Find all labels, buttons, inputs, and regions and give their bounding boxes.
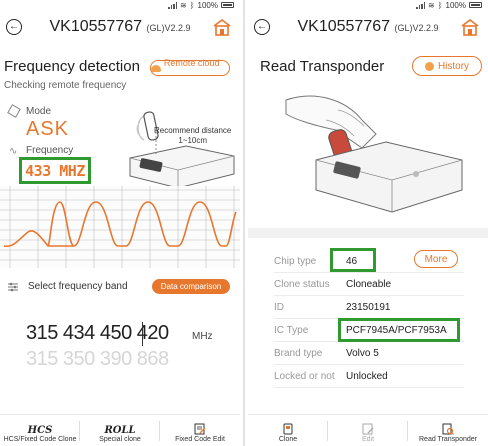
nav-edit[interactable]: Edit — [328, 415, 408, 446]
info-row-id: ID 23150191 — [274, 296, 464, 319]
device-id: VK10557767 — [297, 18, 391, 35]
device-title: VK10557767 (GL)V2.2.9 — [248, 18, 488, 36]
frequency-band-row: Select frequency band Data comparison — [0, 278, 240, 296]
info-value: Cloneable — [346, 278, 392, 290]
nav-label: Fixed Code Edit — [175, 436, 225, 443]
mode-value: ASK — [26, 118, 70, 140]
hcs-logo-icon: HCS — [27, 425, 53, 436]
chip-type-highlight — [330, 248, 376, 272]
app-header: ← VK10557767 (GL)V2.2.9 — [248, 12, 488, 46]
screen-divider — [243, 0, 245, 446]
bluetooth-icon: ᛒ — [437, 0, 443, 10]
app-header: ← VK10557767 (GL)V2.2.9 — [0, 12, 240, 46]
nav-fixed-code-edit[interactable]: Fixed Code Edit — [160, 415, 240, 446]
frequency-detection-screen: ≋ ᛒ 100% ← VK10557767 (GL)V2.2.9 Frequen… — [0, 0, 240, 446]
nav-label: Read Transponder — [419, 436, 477, 443]
nav-label: Edit — [361, 436, 375, 443]
signal-icon — [416, 1, 426, 9]
frequency-label: Frequency — [26, 145, 74, 156]
ic-type-highlight — [338, 318, 460, 342]
more-button[interactable]: More — [414, 250, 458, 268]
nav-label: HCS/Fixed Code Clone — [3, 436, 77, 443]
remote-cloud-label: Remote cloud ... — [163, 58, 220, 78]
info-value: Unlocked — [346, 370, 388, 382]
nav-label: Clone — [278, 436, 298, 443]
info-row-clone-status: Clone status Cloneable — [274, 273, 464, 296]
frequency-picker-current[interactable]: 315 434 450 420 — [26, 322, 169, 345]
picker-cursor — [142, 322, 143, 346]
info-value: Volvo 5 — [346, 347, 379, 359]
device-title: VK10557767 (GL)V2.2.9 — [0, 18, 240, 36]
battery-percent: 100% — [445, 0, 466, 10]
recommend-distance: Recommend distance 1~10cm — [154, 126, 231, 146]
bluetooth-icon: ᛒ — [189, 0, 195, 10]
recommend-title: Recommend distance — [154, 126, 232, 135]
history-label: History — [437, 60, 470, 72]
edit-icon — [362, 423, 374, 435]
nav-special-clone[interactable]: ROLL Special clone — [80, 415, 160, 446]
key-programmer-illustration — [129, 111, 235, 189]
info-key: Clone status — [274, 278, 330, 290]
battery-percent: 100% — [197, 0, 218, 10]
clone-icon — [283, 423, 293, 435]
cloud-icon — [151, 64, 161, 72]
bottom-navigation: Clone Edit Read Transponder — [248, 414, 488, 446]
battery-icon — [221, 2, 234, 8]
nav-read-transponder[interactable]: Read Transponder — [408, 415, 488, 446]
info-key: Locked or not — [274, 370, 335, 382]
info-row-locked: Locked or not Unlocked — [274, 365, 464, 388]
frequency-picker-next[interactable]: 315 350 390 868 — [26, 348, 169, 371]
frequency-value: 433 MHZ — [25, 161, 85, 180]
device-id: VK10557767 — [49, 18, 143, 35]
mode-label: Mode — [26, 106, 52, 117]
clock-icon — [424, 61, 434, 71]
version-label: (GL)V2.2.9 — [146, 23, 191, 33]
pulse-icon: ∿ — [9, 146, 18, 157]
nav-label: Special clone — [99, 436, 141, 443]
home-icon[interactable] — [212, 17, 232, 37]
sliders-icon — [8, 282, 18, 292]
status-bar: ≋ ᛒ 100% — [168, 0, 234, 10]
bottom-navigation: HCS HCS/Fixed Code Clone ROLL Special cl… — [0, 414, 240, 446]
info-key: ID — [274, 301, 284, 313]
unit-label: MHz — [192, 331, 213, 342]
nav-hcs-clone[interactable]: HCS HCS/Fixed Code Clone — [0, 415, 80, 446]
page-title: Frequency detection — [4, 58, 140, 75]
remote-cloud-button[interactable]: Remote cloud ... — [150, 58, 230, 78]
wifi-icon: ≋ — [180, 0, 187, 10]
frequency-waveform — [0, 186, 240, 268]
info-value: 23150191 — [346, 301, 391, 313]
recommend-value: 1~10cm — [178, 136, 208, 145]
info-key: Brand type — [274, 347, 323, 359]
edit-icon — [194, 423, 206, 435]
info-row-brand-type: Brand type Volvo 5 — [274, 342, 464, 365]
select-band-label: Select frequency band — [28, 281, 128, 292]
version-label: (GL)V2.2.9 — [394, 23, 439, 33]
wifi-icon: ≋ — [428, 0, 435, 10]
nav-clone[interactable]: Clone — [248, 415, 328, 446]
home-icon[interactable] — [460, 17, 480, 37]
battery-icon — [469, 2, 482, 8]
frequency-highlight: 433 MHZ — [19, 157, 91, 184]
info-key: IC Type — [274, 324, 309, 336]
status-bar: ≋ ᛒ 100% — [416, 0, 482, 10]
history-button[interactable]: History — [412, 56, 482, 76]
status-subtitle: Checking remote frequency — [4, 80, 127, 91]
signal-icon — [168, 1, 178, 9]
cube-icon — [7, 104, 21, 118]
read-transponder-icon — [442, 423, 454, 435]
roll-logo-icon: ROLL — [104, 425, 136, 436]
page-title: Read Transponder — [260, 58, 385, 75]
read-transponder-screen: ≋ ᛒ 100% ← VK10557767 (GL)V2.2.9 Read Tr… — [248, 0, 488, 446]
section-separator — [248, 228, 488, 238]
hand-insert-key-illustration — [285, 95, 463, 213]
data-comparison-button[interactable]: Data comparison — [152, 279, 230, 294]
